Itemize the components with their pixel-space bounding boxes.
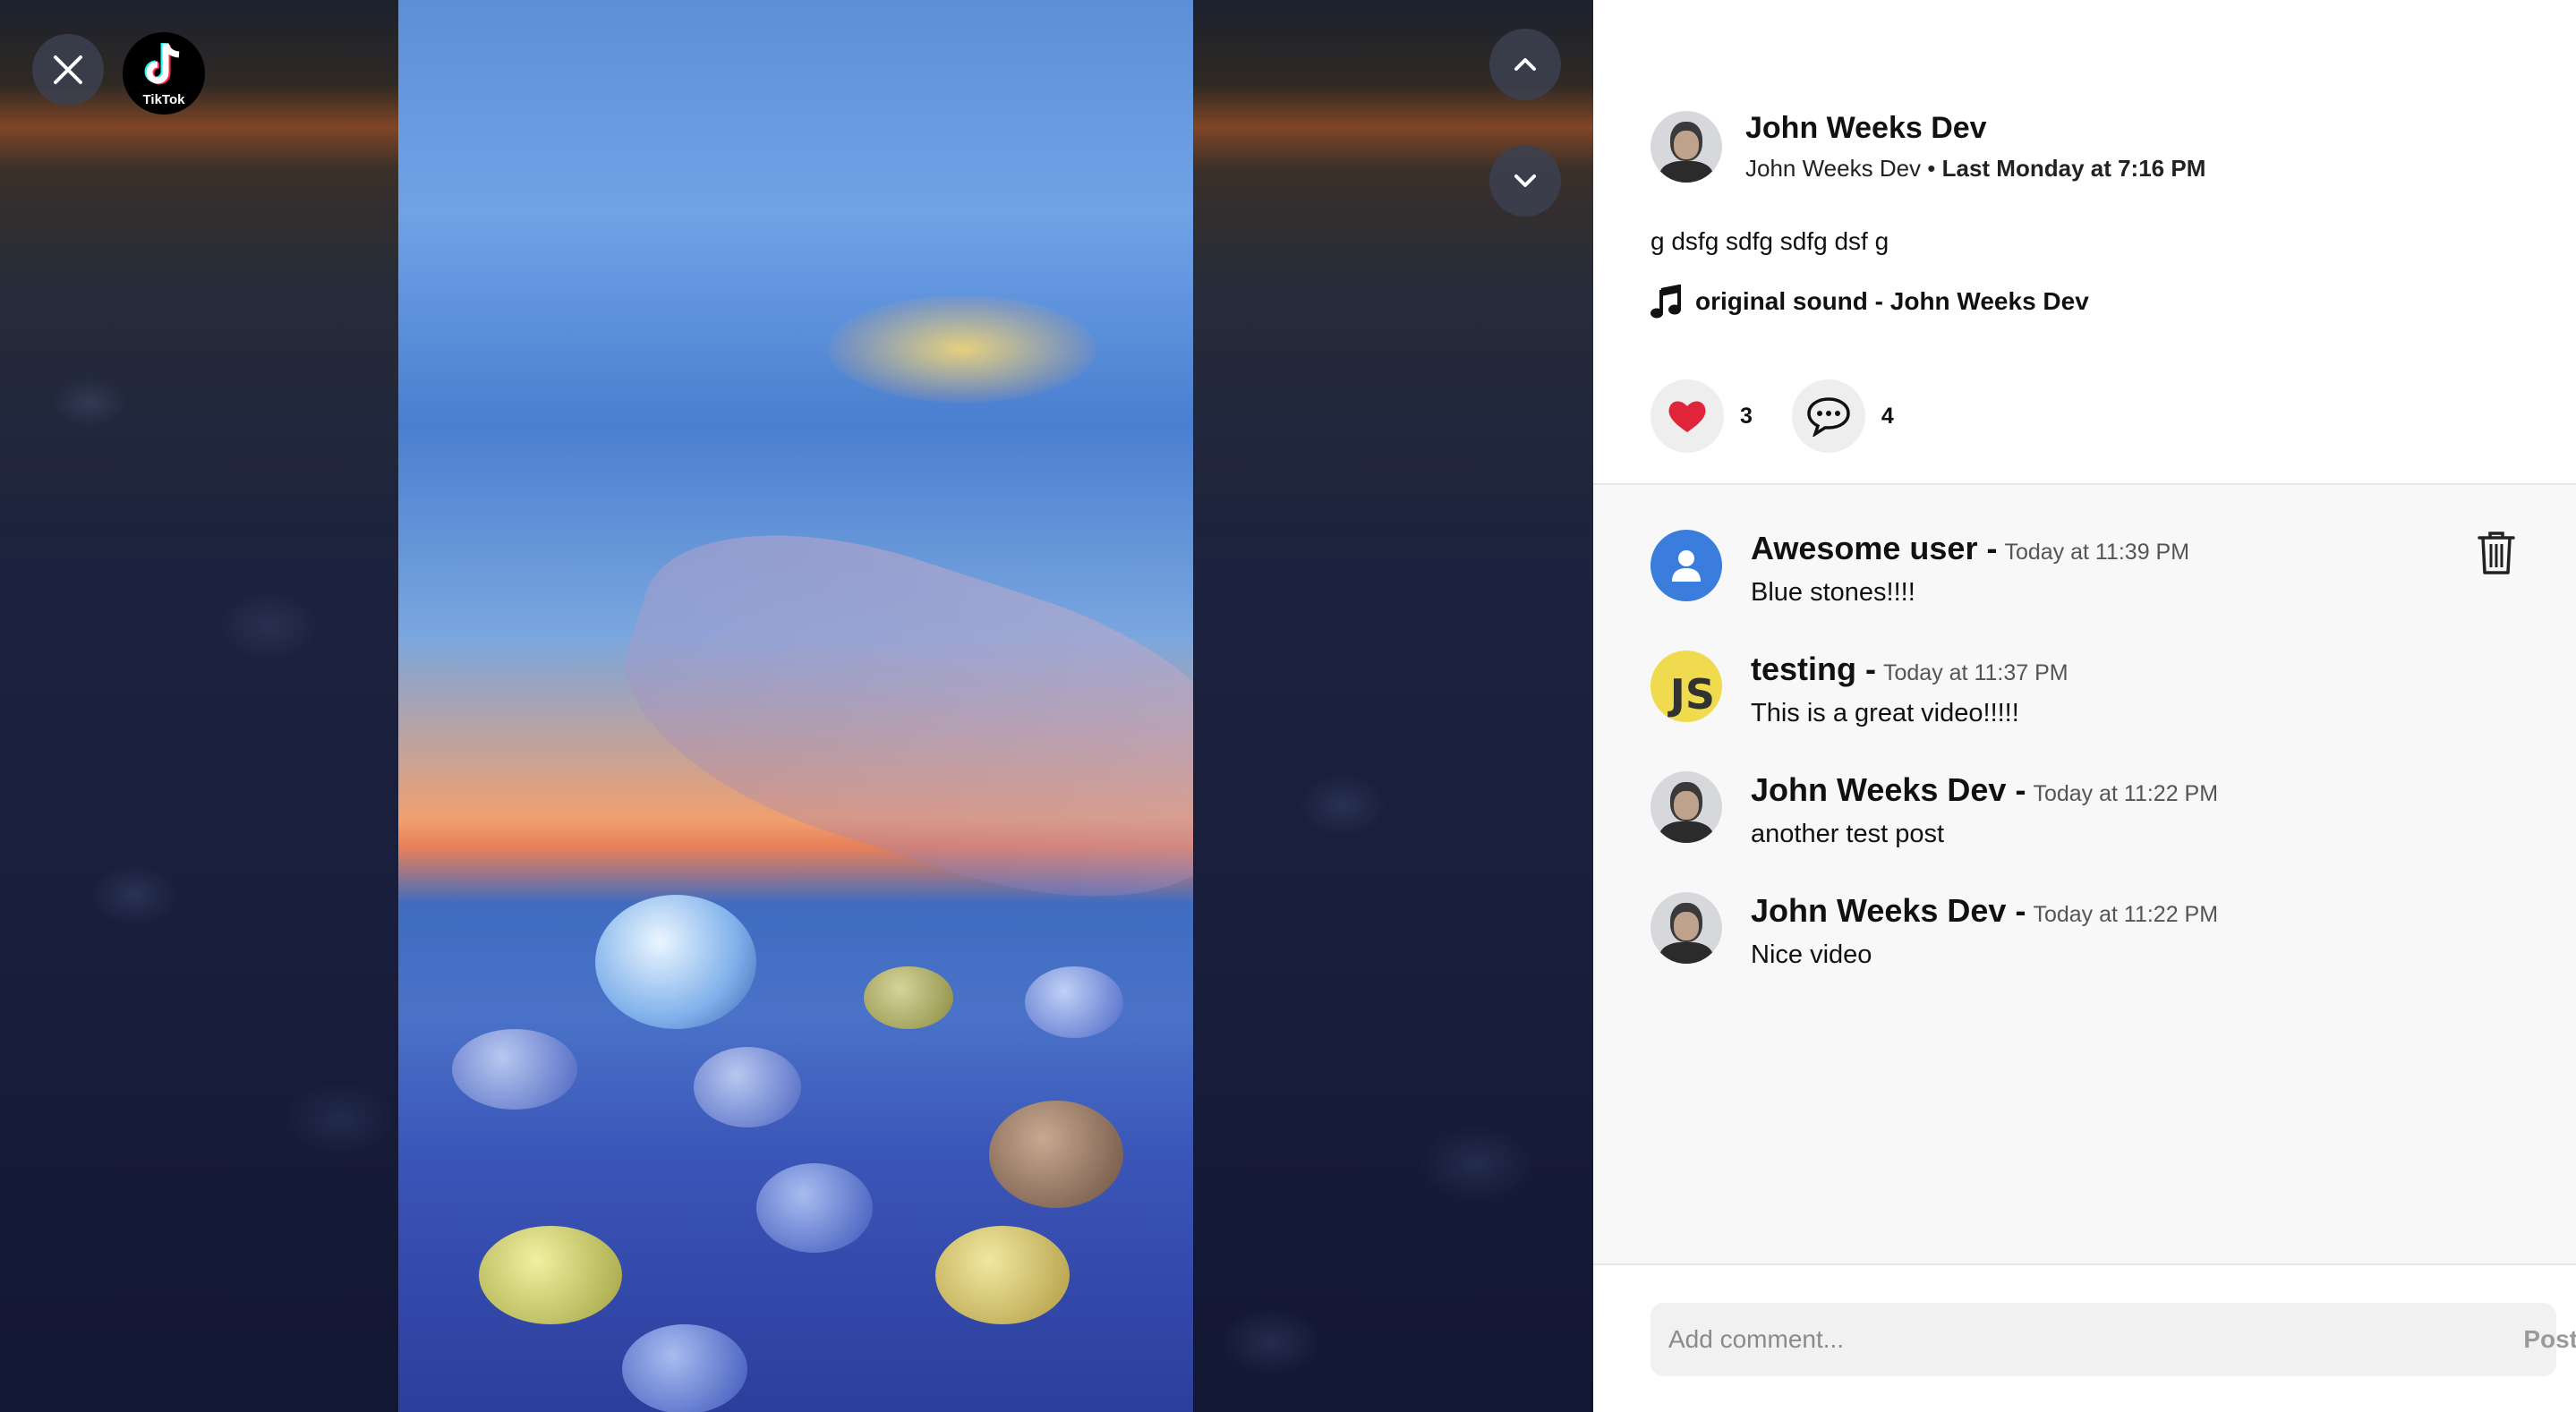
author-subline: John Weeks Dev • Last Monday at 7:16 PM — [1745, 155, 2205, 183]
video-beach — [593, 482, 1193, 949]
comment-button[interactable] — [1791, 379, 1865, 453]
like-count: 3 — [1740, 403, 1753, 429]
previous-video-button[interactable] — [1489, 29, 1561, 100]
speech-bubble-icon — [1807, 397, 1850, 437]
comment-composer: Post — [1651, 1303, 2576, 1376]
video-stone — [622, 1324, 747, 1412]
comment-text: Nice video — [1751, 940, 1872, 969]
post-actions: 3 4 — [1651, 379, 1933, 453]
comment-text: Blue stones!!!! — [1751, 578, 1915, 607]
post-details-panel: John Weeks Dev John Weeks Dev • Last Mon… — [1593, 0, 2576, 1412]
author-username: John Weeks Dev — [1745, 155, 1922, 182]
video-viewer: TikTok — [0, 0, 1593, 1412]
delete-comment-button[interactable] — [2476, 530, 2517, 581]
video-player[interactable] — [398, 0, 1193, 1412]
video-stone — [1025, 966, 1123, 1038]
video-stone — [694, 1047, 801, 1127]
comment-item: JS testing - Today at 11:37 PM This is a … — [1651, 651, 2068, 728]
tiktok-logo-text: TikTok — [142, 91, 185, 107]
post-caption: g dsfg sdfg sdfg dsf g — [1651, 227, 1889, 255]
comment-time: Today at 11:22 PM — [2033, 902, 2219, 927]
chevron-up-icon — [1514, 58, 1536, 71]
like-button[interactable] — [1651, 379, 1724, 453]
comment-time: Today at 11:39 PM — [2004, 540, 2190, 565]
comment-item: John Weeks Dev - Today at 11:22 PM Nice v… — [1651, 892, 2218, 970]
comment-author[interactable]: testing - — [1751, 651, 1876, 688]
video-stone — [935, 1226, 1070, 1324]
chevron-down-icon — [1514, 174, 1536, 187]
comment-item: Awesome user - Today at 11:39 PM Blue sto… — [1651, 530, 2189, 608]
post-header: John Weeks Dev John Weeks Dev • Last Mon… — [1651, 111, 2205, 183]
comment-item: John Weeks Dev - Today at 11:22 PM anothe… — [1651, 771, 2218, 849]
comment-time: Today at 11:37 PM — [1883, 660, 2068, 685]
comment-input[interactable] — [1651, 1303, 2556, 1376]
video-stone — [989, 1101, 1123, 1208]
comment-text: This is a great video!!!!! — [1751, 699, 2019, 727]
music-note-icon — [1651, 285, 1681, 319]
next-video-button[interactable] — [1489, 145, 1561, 217]
close-button[interactable] — [32, 34, 104, 106]
video-stone — [756, 1163, 873, 1253]
comment-text: another test post — [1751, 820, 1945, 848]
default-user-icon[interactable] — [1651, 530, 1722, 601]
video-stone — [452, 1029, 577, 1110]
background-dim-left — [0, 0, 398, 1412]
close-icon — [54, 55, 82, 84]
comment-count: 4 — [1881, 403, 1894, 429]
comment-author[interactable]: John Weeks Dev - — [1751, 892, 2026, 930]
comment-author[interactable]: John Weeks Dev - — [1751, 771, 2026, 809]
video-stone — [864, 966, 953, 1029]
comment-author[interactable]: Awesome user - — [1751, 530, 1997, 567]
comment-list[interactable]: Awesome user - Today at 11:39 PM Blue sto… — [1593, 483, 2576, 1265]
video-glowing-stone — [595, 895, 756, 1029]
video-stone — [479, 1226, 622, 1324]
js-logo-avatar[interactable]: JS — [1651, 651, 1722, 722]
trash-icon — [2478, 532, 2515, 574]
author-name[interactable]: John Weeks Dev — [1745, 111, 2205, 146]
commenter-avatar[interactable] — [1651, 892, 1722, 964]
heart-icon — [1668, 401, 1706, 432]
commenter-avatar[interactable] — [1651, 771, 1722, 843]
comment-time: Today at 11:22 PM — [2033, 781, 2219, 806]
sound-label: original sound - John Weeks Dev — [1695, 287, 2089, 315]
post-comment-button[interactable]: Post — [2523, 1303, 2576, 1376]
tiktok-note-icon — [144, 42, 180, 84]
tiktok-logo[interactable]: TikTok — [123, 32, 205, 115]
separator-dot: • — [1927, 155, 1942, 182]
post-sound[interactable]: original sound - John Weeks Dev — [1651, 285, 2089, 319]
author-avatar[interactable] — [1651, 111, 1722, 183]
post-date: Last Monday at 7:16 PM — [1941, 155, 2206, 182]
video-sunset-glow — [828, 295, 1096, 403]
